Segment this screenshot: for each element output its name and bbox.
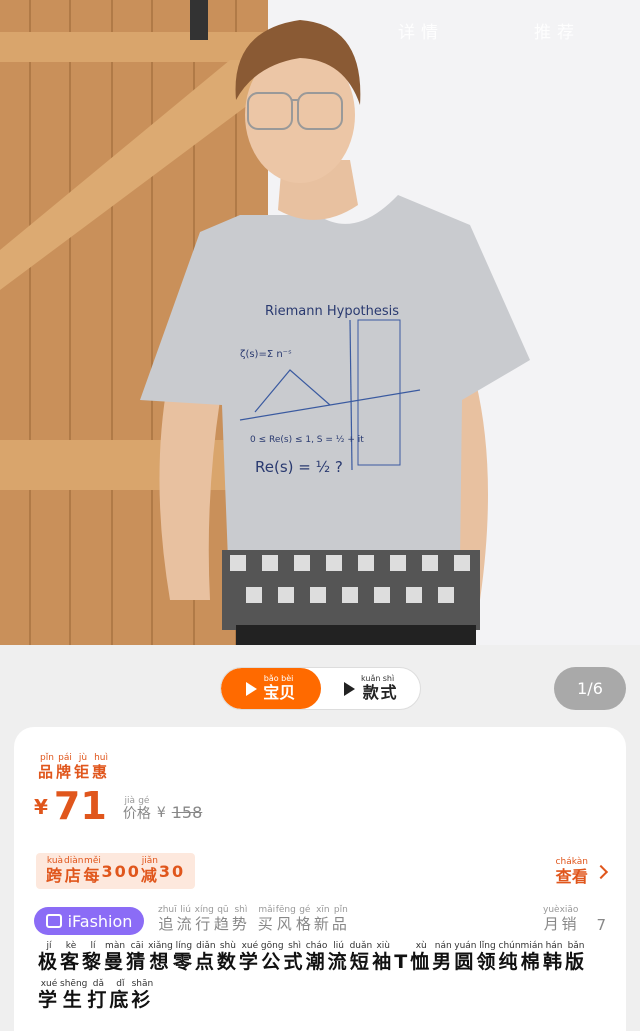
product-photo: Riemann Hypothesis ζ(s)=Σ n⁻ˢ 0 ≤ Re(s) … [0,0,640,645]
promo-threshold: 300 [101,861,141,881]
promo-coupon[interactable]: 跨kuà 店diàn 每měi 300 减jiǎn 30 [36,853,196,889]
original-currency: ¥ [156,805,166,821]
tab-recommend[interactable]: 推荐 [534,18,580,43]
tab-details[interactable]: 详情 [398,18,444,43]
view-more-link[interactable]: 查chá看kàn [556,857,609,887]
shirt-formula-2: 0 ≤ Re(s) ≤ 1, S = ½ + it [250,435,364,445]
product-info-card: 品pǐn牌pái钜jù惠huì ¥ 71 价jià格gé ¥ 158 跨kuà 店… [14,727,626,1031]
badge-label: iFashion [67,911,133,931]
current-price: 71 [53,784,107,828]
header-tabs: 详情 推荐 [398,18,580,43]
shirt-title: Riemann Hypothesis [265,304,399,319]
product-title: 极jí客kè黎lí曼màn猜cāi想xiǎng零líng点diǎn数shù学xu… [38,941,588,1011]
bag-icon [45,914,62,928]
original-price: 158 [171,803,203,822]
shirt-formula-1: ζ(s)=Σ n⁻ˢ [240,349,292,360]
price-row: ¥ 71 价jià格gé ¥ 158 [34,787,202,825]
switch-item-style[interactable]: 款kuǎn式shì [321,668,421,709]
chevron-right-icon [593,864,609,880]
switch-item-product[interactable]: 宝bǎo贝bèi [221,668,321,709]
trend-tagline: 追zhuī流liú行xíng趋qū势shì 买mǎi风fēng格gé新xīn品p… [158,905,350,933]
media-switcher: 宝bǎo贝bèi 款kuǎn式shì [220,667,421,710]
shirt-formula-3: Re(s) = ½ ? [255,458,343,476]
ifashion-badge[interactable]: iFashion [34,907,144,935]
promo-discount: 30 [158,861,186,881]
product-image[interactable]: Riemann Hypothesis ζ(s)=Σ n⁻ˢ 0 ≤ Re(s) … [0,0,640,645]
play-icon [344,681,356,696]
play-icon [246,681,258,696]
sales-count: 7 [596,916,606,934]
monthly-sales: 月yuè销xiāo 7 [543,905,606,934]
currency-symbol: ¥ [34,795,48,819]
image-counter: 1/6 [554,667,626,710]
brand-deal-tag: 品pǐn牌pái钜jù惠huì [38,753,111,781]
price-label: 价jià格gé [122,796,151,822]
